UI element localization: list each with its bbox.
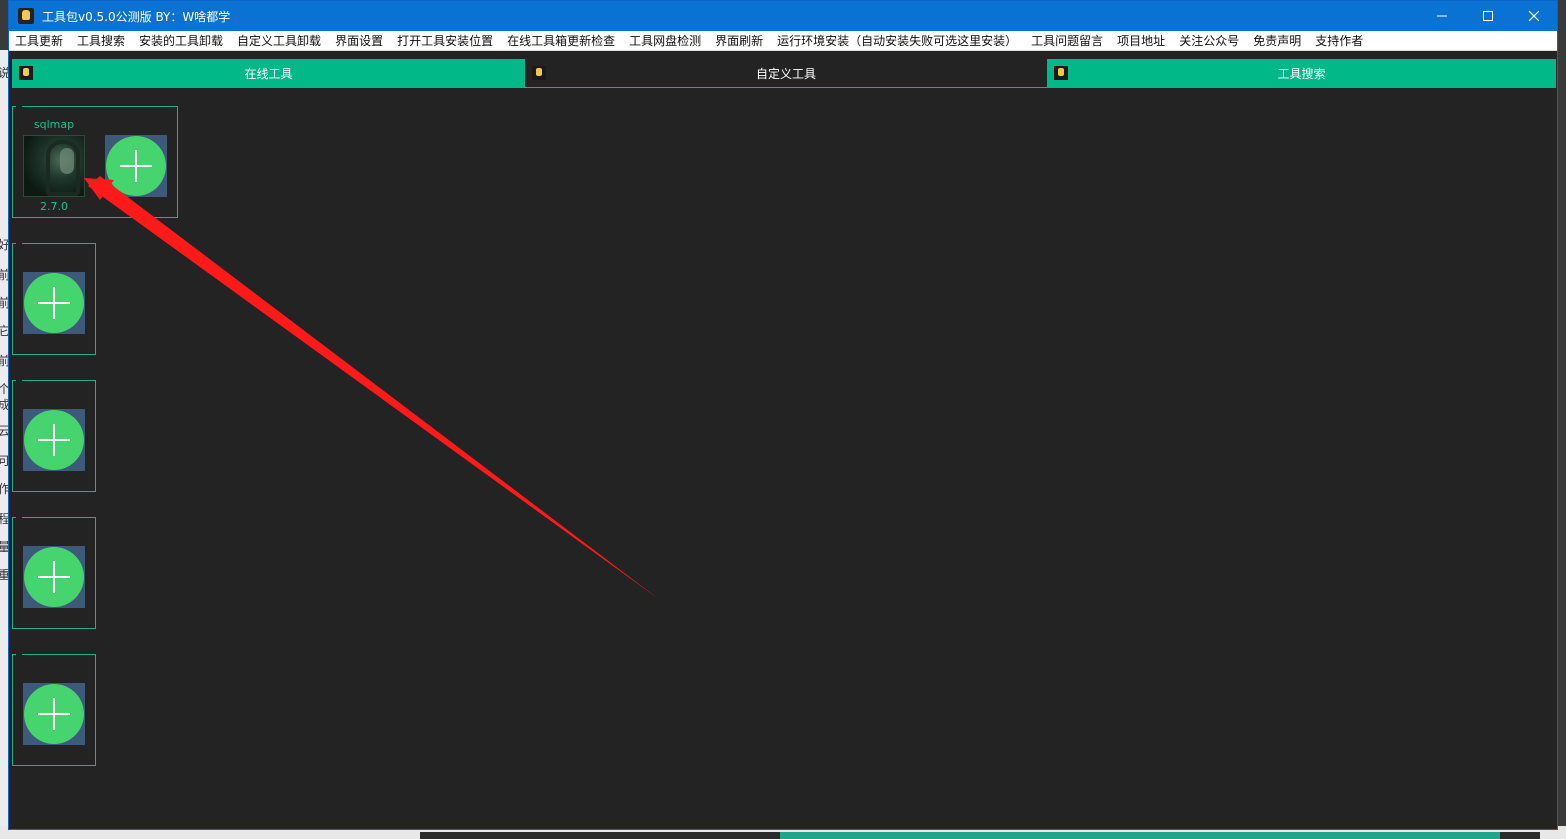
window-controls — [1419, 1, 1557, 31]
tab-custom-tools[interactable]: 自定义工具 — [525, 59, 1047, 87]
maximize-icon[interactable] — [1465, 1, 1511, 31]
close-icon[interactable] — [1511, 1, 1557, 31]
title-bar[interactable]: 工具包v0.5.0公测版 BY：W啥都学 — [9, 1, 1557, 31]
add-tool-button[interactable] — [23, 546, 85, 608]
menu-item-support-author[interactable]: 支持作者 — [1315, 32, 1363, 49]
tool-group — [12, 517, 96, 629]
tool-name-label: sqlmap — [33, 118, 75, 131]
tab-logo-icon — [532, 66, 546, 80]
background-panel-accent — [780, 832, 1500, 839]
menu-item-ui-refresh[interactable]: 界面刷新 — [715, 32, 763, 49]
plus-icon — [24, 547, 84, 607]
plus-icon — [24, 273, 84, 333]
plus-icon — [24, 684, 84, 744]
plus-icon — [106, 136, 166, 196]
tab-logo-icon — [1054, 66, 1068, 80]
menu-item-tool-search[interactable]: 工具搜索 — [77, 32, 125, 49]
menu-item-project-url[interactable]: 项目地址 — [1117, 32, 1165, 49]
minimize-icon[interactable] — [1419, 1, 1465, 31]
menu-item-check-updates[interactable]: 在线工具箱更新检查 — [507, 32, 615, 49]
tab-tool-search[interactable]: 工具搜索 — [1047, 59, 1556, 87]
menu-item-ui-settings[interactable]: 界面设置 — [335, 32, 383, 49]
tab-logo-icon — [19, 66, 33, 80]
app-logo-icon — [18, 8, 34, 24]
tab-label: 自定义工具 — [755, 66, 816, 81]
menu-item-disclaimer[interactable]: 免责声明 — [1253, 32, 1301, 49]
tab-label: 在线工具 — [244, 66, 293, 81]
menu-item-runtime-install[interactable]: 运行环境安装（自动安装失败可选这里安装） — [777, 32, 1017, 49]
tool-group — [12, 380, 96, 492]
tab-bar: 在线工具 自定义工具 工具搜索 — [12, 59, 1556, 87]
menu-item-uninstall-custom[interactable]: 自定义工具卸载 — [237, 32, 321, 49]
add-tool-button[interactable] — [23, 272, 85, 334]
menu-item-tool-update[interactable]: 工具更新 — [15, 32, 63, 49]
menu-bar: 工具更新 工具搜索 安装的工具卸载 自定义工具卸载 界面设置 打开工具安装位置 … — [9, 31, 1557, 51]
menu-item-netdisk-check[interactable]: 工具网盘检测 — [629, 32, 701, 49]
app-window: 工具包v0.5.0公测版 BY：W啥都学 工具更新 工具搜索 安装的工具卸载 自… — [8, 0, 1558, 830]
add-tool-button[interactable] — [23, 683, 85, 745]
tab-online-tools[interactable]: 在线工具 — [12, 59, 525, 87]
window-title: 工具包v0.5.0公测版 BY：W啥都学 — [42, 9, 231, 24]
tool-version-label: 2.7.0 — [40, 200, 68, 213]
add-tool-button[interactable] — [23, 409, 85, 471]
custom-tools-panel: sqlmap 2.7.0 — [12, 87, 1556, 827]
tool-group: sqlmap 2.7.0 — [12, 106, 178, 218]
tab-label: 工具搜索 — [1277, 66, 1326, 81]
plus-icon — [24, 410, 84, 470]
tool-thumbnail[interactable] — [23, 135, 85, 197]
menu-item-follow-account[interactable]: 关注公众号 — [1179, 32, 1239, 49]
menu-item-feedback[interactable]: 工具问题留言 — [1031, 32, 1103, 49]
tool-group — [12, 654, 96, 766]
tool-group — [12, 243, 96, 355]
menu-item-open-install-location[interactable]: 打开工具安装位置 — [397, 32, 493, 49]
add-tool-button[interactable] — [105, 135, 167, 197]
menu-item-uninstall-installed[interactable]: 安装的工具卸载 — [139, 32, 223, 49]
